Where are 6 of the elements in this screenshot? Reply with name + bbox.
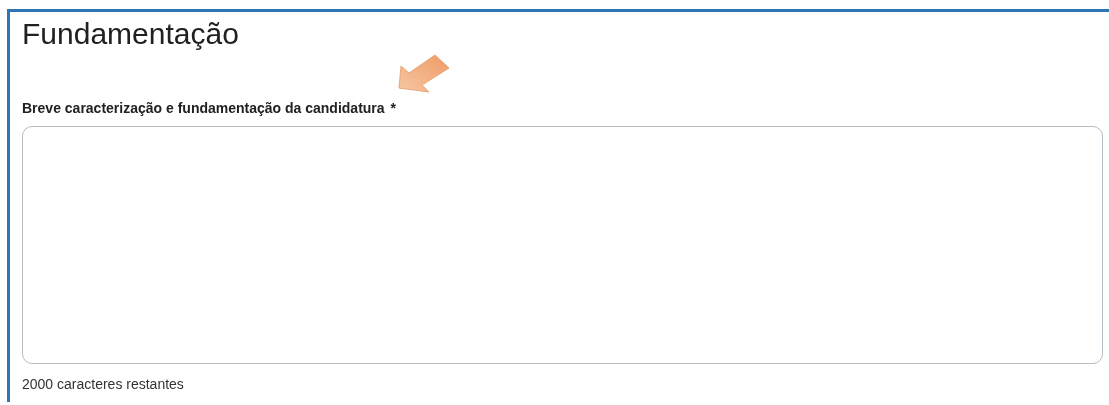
section-title: Fundamentação (22, 16, 239, 52)
character-counter: 2000 caracteres restantes (22, 376, 185, 392)
required-mark: * (390, 100, 397, 118)
text-area[interactable] (22, 126, 1103, 364)
field-label: Breve caracterização e fundamentação da candidatura (22, 100, 385, 118)
arrow-icon (396, 54, 451, 96)
